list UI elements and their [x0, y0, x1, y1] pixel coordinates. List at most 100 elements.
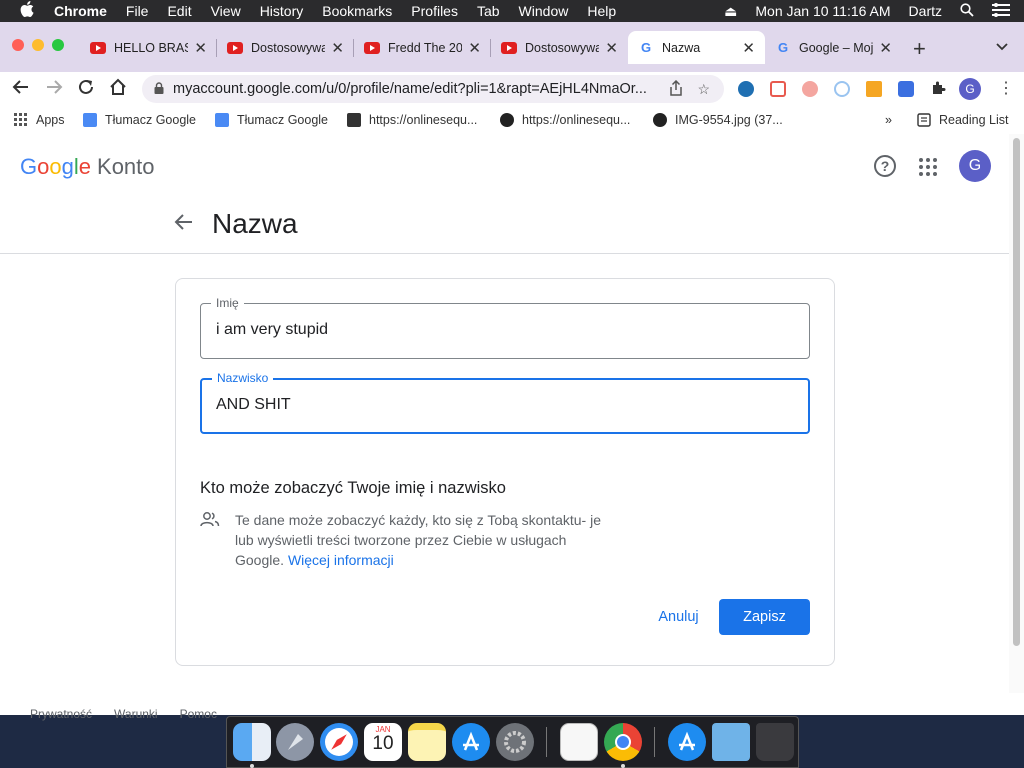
extensions-puzzle-icon[interactable]	[930, 80, 946, 96]
first-name-input[interactable]	[216, 321, 786, 339]
last-name-input[interactable]	[216, 396, 786, 414]
google-apps-icon[interactable]	[919, 158, 937, 176]
apps-grid-icon	[14, 113, 28, 127]
menu-profiles[interactable]: Profiles	[411, 3, 458, 19]
first-name-field[interactable]: Imię	[200, 296, 810, 359]
notes-icon[interactable]	[408, 723, 446, 761]
close-tab-icon[interactable]: ✕	[742, 39, 755, 57]
footer-privacy-link[interactable]: Prywatność	[30, 707, 92, 721]
tab-fredd[interactable]: Fredd The 2020 ✕	[354, 31, 491, 64]
back-arrow-icon[interactable]	[174, 212, 194, 238]
downloads-folder-icon[interactable]	[712, 723, 750, 761]
bookmark-tlumacz-google-2[interactable]: Tłumacz Google	[215, 113, 328, 127]
bookmark-tlumacz-google-1[interactable]: Tłumacz Google	[83, 113, 196, 127]
google-account-logo[interactable]: Google Konto	[20, 154, 155, 180]
tab-hello-brasil[interactable]: HELLO BRASIL ✕	[80, 31, 217, 64]
zoom-window-button[interactable]	[52, 39, 64, 51]
menu-window[interactable]: Window	[519, 3, 569, 19]
calendar-icon[interactable]: JAN 10	[364, 723, 402, 761]
safari-icon[interactable]	[320, 723, 358, 761]
minimize-window-button[interactable]	[32, 39, 44, 51]
menu-tab[interactable]: Tab	[477, 3, 500, 19]
extension-screenshot-icon[interactable]	[770, 81, 786, 97]
bookmark-img-9554[interactable]: IMG-9554.jpg (37...	[653, 113, 783, 127]
home-icon[interactable]	[109, 78, 127, 101]
chrome-icon[interactable]	[604, 723, 642, 761]
chevron-down-icon[interactable]	[996, 40, 1008, 54]
extension-circle-icon[interactable]	[834, 81, 850, 97]
url-text[interactable]: myaccount.google.com/u/0/profile/name/ed…	[173, 81, 669, 97]
menubar-user[interactable]: Dartz	[909, 3, 942, 19]
menubar-datetime[interactable]: Mon Jan 10 11:16 AM	[755, 3, 890, 19]
close-tab-icon[interactable]: ✕	[194, 39, 207, 57]
bookmarks-bar: Apps Tłumacz Google Tłumacz Google https…	[0, 106, 1024, 136]
menu-edit[interactable]: Edit	[167, 3, 191, 19]
app-store-icon[interactable]	[452, 723, 490, 761]
tab-title: Fredd The 2020	[388, 40, 463, 55]
bookmarks-overflow-icon[interactable]: »	[885, 113, 892, 127]
app-store-downloads-icon[interactable]	[668, 723, 706, 761]
visibility-heading: Kto może zobaczyć Twoje imię i nazwisko	[200, 479, 506, 497]
menu-help[interactable]: Help	[587, 3, 616, 19]
close-tab-icon[interactable]: ✕	[879, 39, 892, 57]
footer-help-link[interactable]: Pomoc	[180, 707, 217, 721]
launchpad-icon[interactable]	[276, 723, 314, 761]
page-scrollbar[interactable]	[1009, 134, 1024, 693]
share-icon[interactable]	[669, 79, 683, 99]
back-icon[interactable]	[12, 78, 30, 101]
textedit-icon[interactable]	[560, 723, 598, 761]
system-preferences-icon[interactable]	[496, 723, 534, 761]
google-logo: Google	[20, 154, 91, 180]
finder-icon[interactable]	[233, 723, 271, 761]
reading-list-button[interactable]: Reading List	[917, 113, 1009, 127]
help-icon[interactable]: ?	[874, 155, 896, 177]
menu-chrome[interactable]: Chrome	[54, 3, 107, 19]
youtube-icon	[90, 41, 106, 54]
menu-bookmarks[interactable]: Bookmarks	[322, 3, 392, 19]
scrollbar-thumb[interactable]	[1013, 138, 1020, 646]
forward-icon[interactable]	[45, 78, 63, 101]
control-center-icon[interactable]	[992, 2, 1010, 20]
close-tab-icon[interactable]: ✕	[605, 39, 618, 57]
profile-avatar-icon[interactable]: G	[959, 78, 981, 100]
tab-nazwa[interactable]: G Nazwa ✕	[628, 31, 765, 64]
menu-view[interactable]: View	[211, 3, 241, 19]
spotlight-search-icon[interactable]	[960, 2, 974, 20]
trash-icon[interactable]	[756, 723, 794, 761]
bookmark-label: Apps	[36, 113, 65, 127]
bookmark-label: Tłumacz Google	[237, 113, 329, 127]
extension-vlc-icon[interactable]	[866, 81, 882, 97]
footer-terms-link[interactable]: Warunki	[114, 707, 158, 721]
save-button[interactable]: Zapisz	[719, 599, 810, 635]
extension-globe-icon[interactable]	[738, 81, 754, 97]
more-info-link[interactable]: Więcej informacji	[288, 552, 394, 568]
name-edit-card: Imię Nazwisko Kto może zobaczyć Twoje im…	[175, 278, 835, 666]
menu-file[interactable]: File	[126, 3, 149, 19]
eject-icon[interactable]: ⏏	[724, 3, 737, 20]
visibility-description: Te dane może zobaczyć każdy, kto się z T…	[235, 510, 605, 570]
bookmark-star-icon[interactable]: ☆	[697, 81, 710, 98]
account-avatar[interactable]: G	[959, 150, 991, 182]
address-bar[interactable]: myaccount.google.com/u/0/profile/name/ed…	[142, 75, 724, 103]
close-tab-icon[interactable]: ✕	[331, 39, 344, 57]
cancel-button[interactable]: Anuluj	[646, 599, 711, 635]
page-footer: Prywatność Warunki Pomoc	[30, 707, 239, 721]
bookmark-onlinesequ-1[interactable]: https://onlinesequ...	[347, 113, 477, 127]
menu-history[interactable]: History	[260, 3, 304, 19]
tab-dostosowywanie[interactable]: Dostosowywanie ✕	[217, 31, 354, 64]
extension-video-icon[interactable]	[898, 81, 914, 97]
new-tab-icon[interactable]: +	[913, 36, 926, 62]
last-name-field[interactable]: Nazwisko	[200, 371, 810, 434]
more-menu-icon[interactable]: ⋮	[998, 78, 1014, 98]
extension-arrow-icon[interactable]	[802, 81, 818, 97]
bookmark-onlinesequ-2[interactable]: https://onlinesequ...	[500, 113, 630, 127]
apple-menu-icon[interactable]	[20, 1, 40, 21]
reload-icon[interactable]	[77, 78, 95, 101]
lock-icon[interactable]	[154, 81, 164, 97]
close-window-button[interactable]	[12, 39, 24, 51]
tab-strip: HELLO BRASIL ✕ Dostosowywanie ✕ Fredd Th…	[0, 22, 1024, 72]
tab-google-moje-konto[interactable]: G Google – Moje ✕	[765, 31, 902, 64]
close-tab-icon[interactable]: ✕	[468, 39, 481, 57]
tab-dostosowywanie-2[interactable]: Dostosowywanie ✕	[491, 31, 628, 64]
bookmark-apps[interactable]: Apps	[14, 113, 65, 127]
